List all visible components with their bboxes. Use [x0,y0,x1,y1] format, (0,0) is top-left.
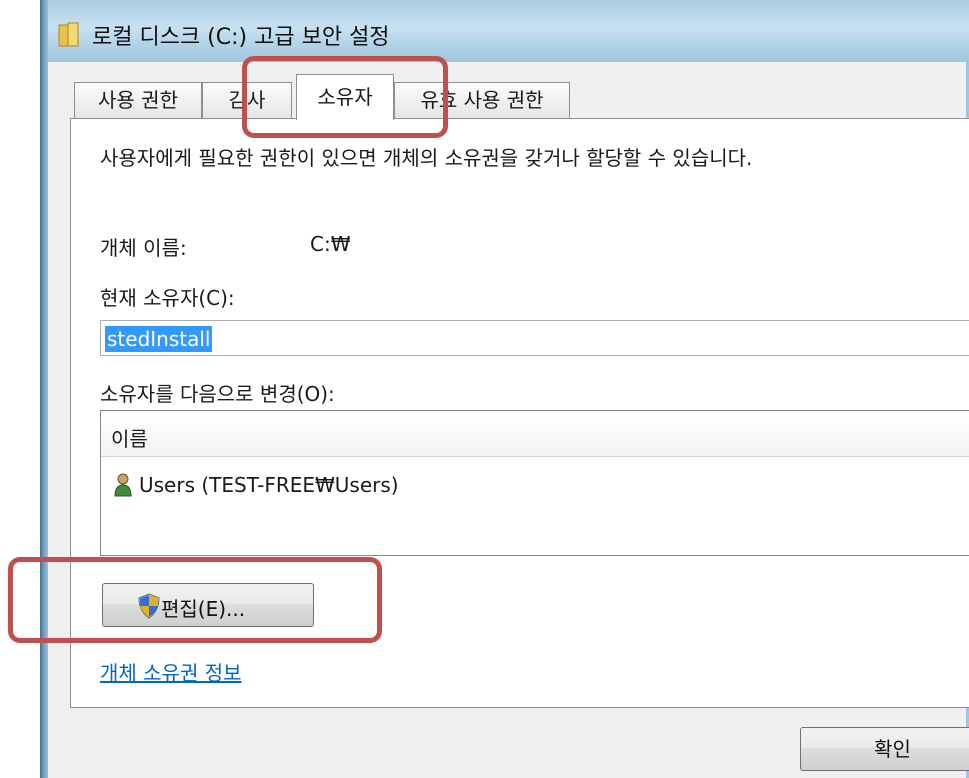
user-icon [114,473,132,497]
object-name-label: 개체 이름: [100,236,187,260]
window-title: 로컬 디스크 (C:) 고급 보안 설정 [92,25,390,50]
column-name-label: 이름 [111,427,148,451]
tab-label: 소유자 [317,85,373,109]
owner-description: 사용자에게 필요한 권한이 있으면 개체의 소유권을 갖거나 할당할 수 있습니… [100,146,753,170]
tab-label: 사용 권한 [98,88,178,112]
change-owner-label: 소유자를 다음으로 변경(O): [100,382,335,406]
current-owner-field[interactable]: stedInstall [100,320,969,356]
list-item-label: Users (TEST-FREE₩Users) [139,473,399,497]
edit-button[interactable]: 편집(E)... [102,583,314,627]
tab-auditing[interactable]: 감사 [202,82,292,118]
edit-button-label: 편집(E)... [161,597,246,621]
tab-permissions[interactable]: 사용 권한 [74,82,202,118]
object-name-value: C:₩ [310,232,351,256]
current-owner-value[interactable]: stedInstall [105,326,213,352]
list-column-header[interactable]: 이름 [101,411,969,457]
tab-label: 유효 사용 권한 [420,88,544,112]
current-owner-label: 현재 소유자(C): [100,286,235,310]
tab-owner[interactable]: 소유자 [296,74,394,120]
ok-button[interactable]: 확인 [800,727,969,771]
ownership-info-link[interactable]: 개체 소유권 정보 [100,657,242,686]
uac-shield-icon [138,593,160,619]
tab-label: 감사 [228,88,266,112]
tab-effective-permissions[interactable]: 유효 사용 권한 [394,82,570,118]
folder-icon [58,22,79,47]
window-frame-left [40,0,48,778]
owner-candidates-list[interactable]: 이름 Users (TEST-FREE₩Users) [100,410,969,556]
